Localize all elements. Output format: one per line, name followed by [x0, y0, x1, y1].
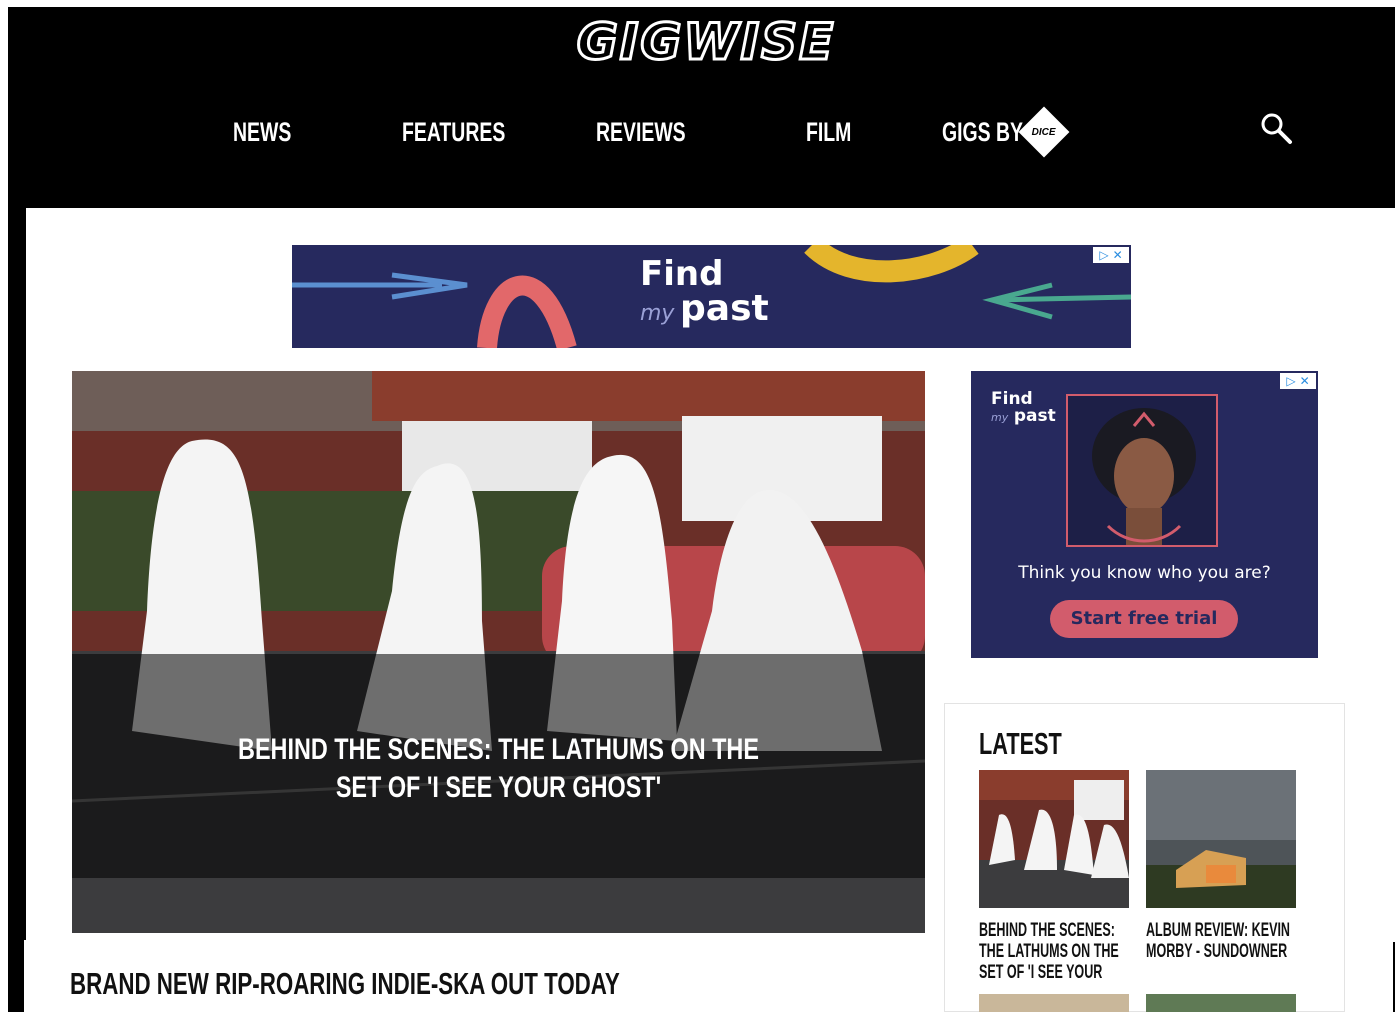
latest-thumbnail-next[interactable]: [979, 994, 1129, 1012]
findmypast-logo: Find my past: [640, 257, 769, 327]
gigwise-logo[interactable]: GIGWISE: [560, 13, 852, 72]
nav-film[interactable]: FILM: [806, 112, 851, 152]
brand-past: past: [680, 288, 769, 329]
hero-title[interactable]: BEHIND THE SCENES: THE LATHUMS ON THE SE…: [228, 731, 769, 807]
ad-tagline: Think you know who you are?: [1018, 563, 1271, 583]
start-free-trial-button[interactable]: Start free trial: [1050, 600, 1238, 638]
latest-item-title[interactable]: BEHIND THE SCENES: THE LATHUMS ON THE SE…: [979, 920, 1128, 983]
findmypast-banner-ad[interactable]: Find my past ▷ ✕: [292, 245, 1131, 348]
nav-news[interactable]: NEWS: [233, 112, 291, 152]
latest-thumbnail-next[interactable]: [1146, 994, 1296, 1012]
latest-panel: LATEST BEHIND THE SCENES: THE LATHUMS ON…: [944, 703, 1345, 1012]
brand-my: my: [640, 301, 675, 326]
ad-portrait-image: [1066, 394, 1218, 547]
latest-thumbnail: [1146, 770, 1296, 908]
search-icon[interactable]: [1257, 110, 1297, 150]
nav-reviews[interactable]: REVIEWS: [596, 112, 686, 152]
dice-logo-icon: DICE: [1018, 106, 1070, 158]
lead-headline[interactable]: BRAND NEW RIP-ROARING INDIE-SKA OUT TODA…: [70, 966, 620, 1002]
latest-item[interactable]: BEHIND THE SCENES: THE LATHUMS ON THE SE…: [979, 770, 1129, 983]
findmypast-side-ad[interactable]: Find my past Think you know who you are?…: [971, 371, 1318, 658]
findmypast-logo-small: Find my past: [991, 391, 1056, 425]
latest-heading: LATEST: [979, 726, 1062, 761]
hero-article[interactable]: BEHIND THE SCENES: THE LATHUMS ON THE SE…: [72, 371, 925, 933]
nav-features[interactable]: FEATURES: [402, 112, 505, 152]
adchoices-icon[interactable]: ▷ ✕: [1280, 373, 1316, 389]
brand-past: past: [1013, 406, 1056, 426]
dice-logo-text: DICE: [1032, 126, 1056, 138]
adchoices-icon[interactable]: ▷ ✕: [1093, 247, 1129, 263]
brand-my: my: [991, 411, 1009, 424]
gigs-by-label: GIGS BY: [942, 116, 1024, 147]
latest-item-title[interactable]: ALBUM REVIEW: KEVIN MORBY - SUNDOWNER: [1146, 920, 1295, 962]
nav-gigs-by-dice[interactable]: GIGS BY DICE: [942, 106, 1070, 158]
latest-thumbnail: [979, 770, 1129, 908]
latest-item[interactable]: ALBUM REVIEW: KEVIN MORBY - SUNDOWNER: [1146, 770, 1296, 962]
brand-find: Find: [640, 254, 724, 294]
